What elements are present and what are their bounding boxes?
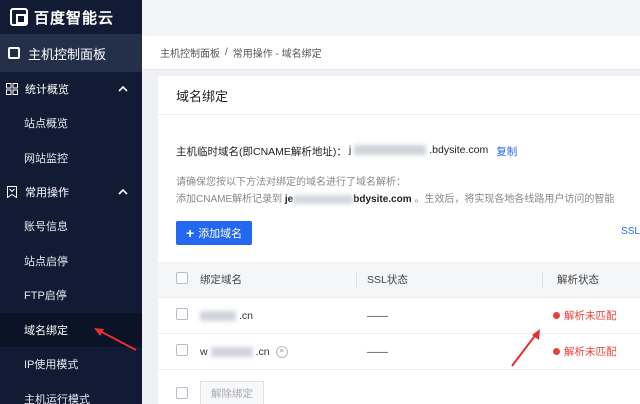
- hint-domain-suffix: bdysite.com: [353, 194, 412, 205]
- dns-hint: 请确保您按以下方法对绑定的域名进行了域名解析： 添加CNAME解析记录到 je b…: [176, 174, 614, 208]
- table-row: w .cn ≡ —— 解析未匹配: [158, 334, 640, 370]
- menu-group-label: 统计概览: [25, 84, 69, 96]
- temp-domain-prefix: j: [348, 144, 352, 156]
- temp-domain-label: 主机临时域名(即CNAME解析地址)：: [176, 146, 347, 158]
- main-area: 主机控制面板 / 常用操作 - 域名绑定 域名绑定 主机临时域名(即CNAME解…: [142, 0, 640, 404]
- sidebar-item-domain-binding[interactable]: 域名绑定: [0, 312, 142, 347]
- bookmark-icon: [6, 186, 18, 199]
- redacted-text: [354, 145, 427, 155]
- sidebar-item-run-mode[interactable]: 主机运行模式: [0, 382, 142, 404]
- column-divider: [542, 271, 543, 288]
- sidebar-item-site-overview[interactable]: 站点概览: [0, 106, 142, 141]
- row-ssl: ——: [367, 309, 388, 322]
- redacted-text: [293, 194, 354, 204]
- error-dot-icon: [553, 312, 560, 319]
- select-all-checkbox[interactable]: [176, 272, 188, 284]
- chevron-up-icon: [118, 83, 128, 95]
- header-ssl: SSL状态: [367, 274, 408, 286]
- plus-icon: +: [186, 225, 195, 241]
- breadcrumb-separator: /: [225, 47, 228, 58]
- domain-table: 绑定域名 SSL状态 解析状态 .cn —— 解析未匹配 w .cn ≡ —— …: [158, 262, 640, 370]
- row-domain: .cn: [200, 310, 356, 322]
- console-header[interactable]: 主机控制面板: [0, 34, 142, 72]
- breadcrumb: 主机控制面板 / 常用操作 - 域名绑定: [142, 36, 640, 70]
- hint-rest: 。生效后，将实现各地各线路用户访问的智能: [414, 194, 615, 205]
- ssl-link[interactable]: SSL: [621, 226, 640, 237]
- menu-group-label: 常用操作: [25, 187, 69, 199]
- hint-line-1: 请确保您按以下方法对绑定的域名进行了域名解析：: [176, 177, 406, 188]
- add-domain-label: 添加域名: [198, 228, 243, 240]
- header-ssl-cell: SSL状态: [356, 271, 542, 288]
- unbind-button[interactable]: 解除绑定: [200, 381, 264, 404]
- brand-logo[interactable]: 百度智能云: [0, 0, 142, 34]
- bulk-select-checkbox[interactable]: [176, 387, 188, 399]
- column-divider: [356, 271, 357, 288]
- error-dot-icon: [553, 348, 560, 355]
- sidebar-item-account[interactable]: 账号信息: [0, 209, 142, 244]
- table-header: 绑定域名 SSL状态 解析状态: [158, 262, 640, 298]
- sidebar-item-ftp-toggle[interactable]: FTP启停: [0, 278, 142, 313]
- table-footer: 解除绑定: [176, 381, 264, 404]
- row-status: 解析未匹配: [542, 344, 640, 359]
- status-text: 解析未匹配: [564, 346, 617, 358]
- redacted-text: [210, 346, 253, 357]
- row-status: 解析未匹配: [542, 308, 640, 323]
- breadcrumb-home[interactable]: 主机控制面板: [160, 45, 220, 60]
- row-checkbox[interactable]: [176, 308, 188, 320]
- grid-icon: [6, 83, 18, 95]
- breadcrumb-current: 常用操作 - 域名绑定: [232, 49, 322, 60]
- header-domain: 绑定域名: [200, 274, 242, 286]
- info-circle-icon[interactable]: ≡: [275, 345, 288, 358]
- add-domain-button[interactable]: + 添加域名: [176, 221, 253, 245]
- menu-group-stats[interactable]: 统计概览: [0, 72, 142, 106]
- chevron-up-icon: [118, 186, 128, 198]
- top-bar: [142, 0, 640, 36]
- row-ssl: ——: [367, 345, 388, 358]
- console-icon: [8, 47, 20, 59]
- status-text: 解析未匹配: [564, 310, 617, 322]
- hint-domain-prefix: je: [284, 194, 294, 205]
- header-status: 解析状态: [557, 274, 599, 286]
- menu-group-common[interactable]: 常用操作: [0, 175, 142, 209]
- hint-prefix: 添加CNAME解析记录到: [176, 194, 283, 205]
- hint-line-2: 添加CNAME解析记录到 je bdysite.com 。生效后，将实现各地各线路…: [176, 191, 614, 208]
- domain-suffix: .cn: [255, 345, 270, 358]
- temp-domain-suffix: .bdysite.com: [429, 144, 489, 156]
- row-domain: w .cn ≡: [200, 345, 356, 358]
- sidebar-item-ip-mode[interactable]: IP使用模式: [0, 347, 142, 382]
- sidebar-item-site-monitor[interactable]: 网站监控: [0, 141, 142, 176]
- temp-domain-info: 主机临时域名(即CNAME解析地址)： j .bdysite.com 复制: [176, 144, 517, 159]
- redacted-text: [200, 310, 236, 321]
- copy-link[interactable]: 复制: [496, 144, 517, 159]
- sidebar: 百度智能云 主机控制面板 统计概览 站点概览 网站监控 常用操作 账号信息 站点…: [0, 0, 142, 404]
- cube-icon: [10, 8, 28, 26]
- table-row: .cn —— 解析未匹配: [158, 298, 640, 334]
- row-checkbox[interactable]: [176, 344, 188, 356]
- domain-binding-panel: 域名绑定 主机临时域名(即CNAME解析地址)： j .bdysite.com …: [158, 76, 640, 404]
- header-status-cell: 解析状态: [542, 271, 640, 288]
- brand-name: 百度智能云: [34, 9, 115, 27]
- domain-prefix: w: [200, 345, 208, 358]
- console-label: 主机控制面板: [28, 46, 107, 62]
- sidebar-item-site-toggle[interactable]: 站点启停: [0, 244, 142, 279]
- page-title: 域名绑定: [158, 76, 640, 115]
- domain-suffix: .cn: [239, 309, 254, 322]
